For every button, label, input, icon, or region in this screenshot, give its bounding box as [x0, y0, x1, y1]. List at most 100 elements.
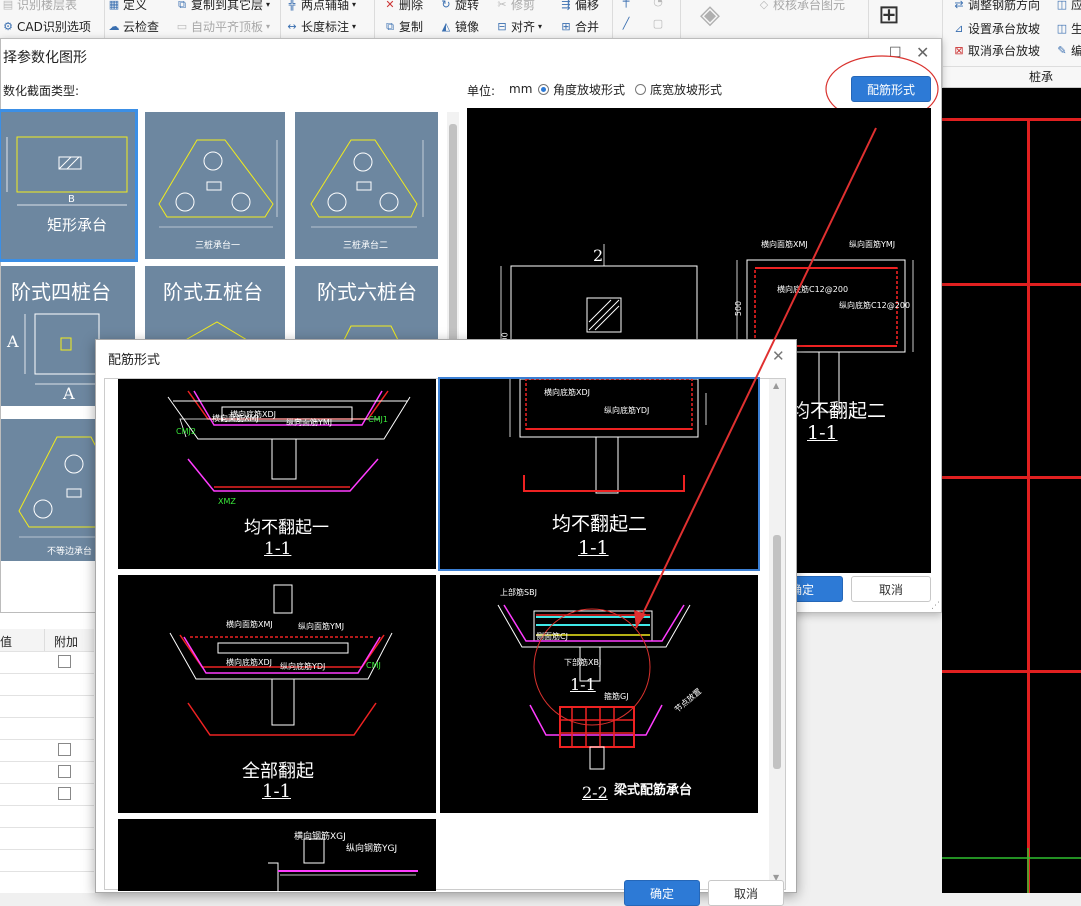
dialog2-confirm-button[interactable]: 确定 — [624, 880, 700, 906]
thumb-title: 矩形承台 — [47, 216, 108, 234]
ribbon-measure-tool[interactable]: ◔ — [652, 0, 664, 8]
scrollbar-thumb[interactable] — [773, 535, 781, 769]
beam-cap-drawing — [497, 604, 691, 770]
label-cmj1: CMJ1 — [368, 415, 388, 424]
delete-icon: ✕ — [385, 0, 395, 11]
radio-angle-slope[interactable]: 角度放坡形式 — [538, 81, 625, 98]
ribbon-mirror[interactable]: ◭ 镜像 — [440, 18, 479, 35]
option-subtitle-1: 1-1 — [570, 675, 596, 694]
option-subtitle: 1-1 — [578, 537, 609, 559]
dim-a-bottom: A — [63, 384, 75, 403]
radio-bottom-width-slope[interactable]: 底宽放坡形式 — [635, 81, 722, 98]
table-row — [0, 651, 94, 674]
thumb-three-pile-cap-two[interactable]: 三桩承台二 — [295, 112, 438, 259]
ribbon-copy-to-floor[interactable]: ⧉ 复制到其它层 ▾ — [176, 0, 270, 13]
ribbon-rotate[interactable]: ↻ 旋转 — [440, 0, 479, 13]
thumb-title: 阶式六桩台 — [317, 280, 417, 304]
ribbon-auto-align-top[interactable]: ▭ 自动平齐顶板 ▾ — [176, 18, 270, 35]
scroll-up-icon[interactable]: ▲ — [773, 381, 779, 390]
ribbon-separator — [104, 0, 105, 40]
ribbon-separator — [280, 0, 281, 40]
section-type-label: 数化截面类型: — [3, 84, 80, 98]
rebar-option-all-raised[interactable]: 横向面筋XMJ 纵向面筋YMJ 横向底筋XDJ 纵向底筋YDJ CMJ 全部翻起… — [118, 575, 436, 813]
ribbon-define[interactable]: ▦ 定义 — [108, 0, 147, 13]
table-row — [0, 695, 94, 718]
dialog1-cancel-button[interactable]: 取消 — [851, 576, 931, 602]
rotate-icon: ↻ — [441, 0, 451, 11]
ribbon-copy[interactable]: ⧉ 复制 — [384, 18, 423, 35]
line-icon: ╱ — [622, 17, 630, 30]
three-pile-two-drawing — [310, 139, 424, 228]
ribbon-grid-tool[interactable]: ⊞ — [878, 0, 900, 30]
define-icon: ▦ — [108, 0, 120, 11]
ribbon-adjust-rebar-direction[interactable]: ⇄ 调整钢筋方向 — [953, 0, 1040, 13]
row-checkbox[interactable] — [58, 655, 71, 668]
ribbon-edit[interactable]: ✎ 编 — [1056, 42, 1081, 59]
axis-icon: ╬ — [288, 0, 296, 11]
ribbon-cancel-cap-slope[interactable]: ⊠ 取消承台放坡 — [953, 42, 1040, 59]
ribbon-cad-options[interactable]: ⚙ CAD识别选项 — [2, 18, 91, 35]
copy-icon: ⧉ — [386, 19, 394, 33]
ribbon-two-point-axis[interactable]: ╬ 两点辅轴 ▾ — [286, 0, 356, 13]
edit-icon: ✎ — [1057, 43, 1067, 57]
resize-grip-icon[interactable]: ⋰ — [931, 601, 940, 611]
label-xmz: XMZ — [218, 497, 236, 506]
ribbon-merge[interactable]: ⊞ 合并 — [560, 18, 599, 35]
ribbon-identify-floor-table[interactable]: ▤ 识别楼层表 — [2, 0, 77, 13]
rebar-option-none-raised-two[interactable]: 横向底筋XDJ 纵向底筋YDJ 均不翻起二 1-1 — [438, 377, 760, 571]
option-title: 梁式配筋承台 — [614, 783, 693, 798]
label-xdj: 横向底筋XDJ — [226, 658, 272, 667]
ribbon-align[interactable]: ⊟ 对齐 ▾ — [496, 18, 542, 35]
column-divider — [44, 629, 45, 651]
check-shape-icon: ◈ — [700, 0, 720, 30]
rebar-options-scrollbar[interactable]: ▲ ▼ — [769, 379, 785, 889]
ribbon-check-cap-element[interactable]: ◇ 校核承台图元 — [758, 0, 845, 13]
trim-icon: ✂ — [497, 0, 507, 11]
ribbon-length-dimension[interactable]: ↔ 长度标注 ▾ — [286, 18, 356, 35]
ribbon-trim[interactable]: ✂ 修剪 — [496, 0, 535, 13]
ribbon-apply[interactable]: ◫ 应 — [1056, 0, 1081, 13]
rebar-option-fifth[interactable]: 横向钢筋XGJ 纵向钢筋YGJ — [118, 819, 436, 891]
ribbon-check-large[interactable]: ◈ — [700, 0, 720, 30]
rectangle-icon: ▢ — [652, 17, 664, 30]
label-stirrup: 箍筋GJ — [604, 692, 629, 701]
preview-title: 均不翻起二 — [791, 400, 887, 422]
apply-icon: ◫ — [1056, 0, 1068, 11]
ribbon-set-cap-slope[interactable]: ⊿ 设置承台放坡 — [953, 20, 1040, 37]
ribbon-line-tool[interactable]: ╱ — [620, 18, 632, 30]
ribbon-cloud-check[interactable]: ☁ 云检查 — [108, 18, 160, 35]
ribbon-divider — [943, 66, 1081, 67]
thumb-rect-cap[interactable]: B 矩形承台 — [0, 109, 138, 262]
thumb-title: 不等边承台 — [47, 547, 93, 557]
scrollbar-thumb[interactable] — [449, 124, 457, 374]
rect-cap-drawing — [6, 136, 128, 206]
row-checkbox[interactable] — [58, 787, 71, 800]
preview-num-top: 2 — [593, 246, 604, 265]
check-element-icon: ◇ — [759, 0, 769, 11]
adjust-direction-icon: ⇄ — [954, 0, 964, 11]
ribbon-offset[interactable]: ⇶ 偏移 — [560, 0, 599, 13]
ribbon-point-tool[interactable]: ┼ — [620, 0, 632, 8]
ribbon-delete[interactable]: ✕ 删除 — [384, 0, 423, 13]
label-cmj2: CMJ2 — [176, 427, 196, 436]
row-checkbox[interactable] — [58, 765, 71, 778]
option-subtitle: 1-1 — [262, 781, 291, 802]
label-long-face: 纵向面筋YMJ — [298, 622, 345, 631]
ribbon-rect-tool[interactable]: ▢ — [652, 18, 664, 30]
thumb-three-pile-cap-one[interactable]: 三桩承台一 — [145, 112, 285, 259]
generate-icon: ◫ — [1056, 21, 1068, 35]
header-value: 值 — [0, 635, 13, 649]
ribbon-toolbar: ▤ 识别楼层表 ⚙ CAD识别选项 ▦ 定义 ☁ 云检查 ⧉ 复制到其它层 ▾ ▭ 自动平齐顶… — [0, 0, 1081, 40]
dialog2-close-icon[interactable]: ✕ — [772, 347, 785, 365]
align-top-icon: ▭ — [176, 19, 188, 33]
row-checkbox[interactable] — [58, 743, 71, 756]
rebar-option-beam-cap[interactable]: 上部筋SBJ 侧面筋CJ 下部筋XBJ 箍筋GJ 节点放置 1-1 2-2 梁式… — [440, 575, 758, 813]
align-icon: ⊟ — [497, 19, 507, 33]
dialog2-cancel-button[interactable]: 取消 — [708, 880, 784, 906]
thumb-title: 三桩承台二 — [343, 241, 389, 251]
ribbon-generate[interactable]: ◫ 生 — [1056, 20, 1081, 37]
preview-dim-500: 500 — [734, 300, 744, 317]
rebar-option-none-raised-one[interactable]: 横向面筋XMJ 纵向面筋YMJ 横向底筋XDJ CMJ1 CMJ2 XMZ 均不… — [118, 379, 436, 569]
cad-canvas[interactable] — [942, 88, 1081, 893]
option-subtitle-2: 2-2 — [582, 783, 608, 802]
